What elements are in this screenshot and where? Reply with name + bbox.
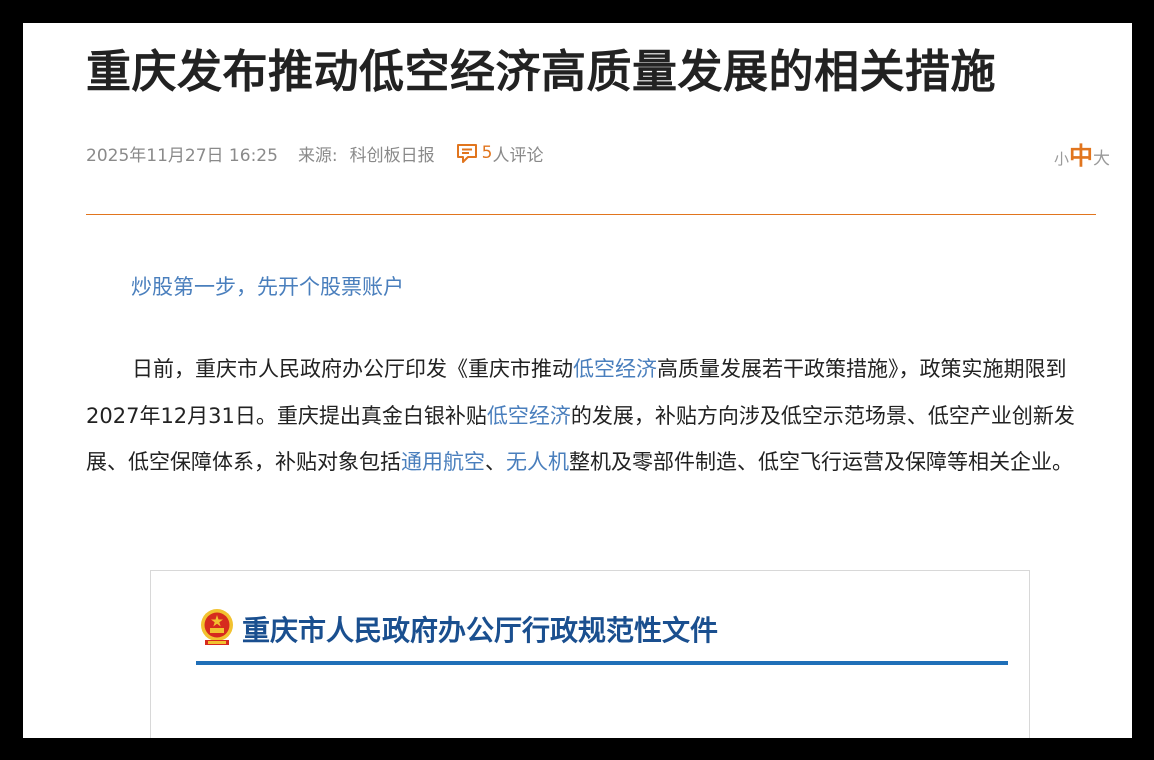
comment-icon — [456, 144, 477, 163]
article-meta: 2025年11月27日 16:25 来源: 科创板日报 5 人评论 — [86, 139, 544, 167]
comment-count: 5 — [481, 143, 493, 163]
font-size-large-button[interactable]: 大 — [1093, 144, 1110, 169]
paragraph-text: 整机及零部件制造、低空飞行运营及保障等相关企业。 — [569, 450, 1073, 474]
document-image: 重庆市人民政府办公厅行政规范性文件 — [150, 570, 1030, 738]
source-name: 科创板日报 — [349, 145, 435, 166]
national-emblem-icon — [201, 609, 233, 645]
document-heading: 重庆市人民政府办公厅行政规范性文件 — [242, 614, 719, 647]
font-size-medium-button[interactable]: 中 — [1069, 136, 1093, 171]
article-paragraph: 日前，重庆市人民政府办公厅印发《重庆市推动低空经济高质量发展若干政策措施》，政策… — [86, 346, 1098, 486]
font-size-small-button[interactable]: 小 — [1054, 148, 1069, 169]
paragraph-text: 、 — [485, 450, 506, 474]
font-size-switcher: 小 中 大 — [1054, 136, 1110, 171]
publish-date: 2025年11月27日 16:25 — [86, 145, 278, 166]
comments-link[interactable]: 5 人评论 — [455, 141, 544, 166]
promo-link[interactable]: 炒股第一步，先开个股票账户 — [131, 271, 404, 301]
keyword-link-low-altitude-economy[interactable]: 低空经济 — [573, 357, 657, 381]
document-rule — [196, 661, 1008, 665]
article-title: 重庆发布推动低空经济高质量发展的相关措施 — [86, 45, 997, 98]
keyword-link-low-altitude-economy[interactable]: 低空经济 — [487, 404, 571, 428]
header-divider — [86, 214, 1096, 215]
keyword-link-general-aviation[interactable]: 通用航空 — [401, 450, 485, 474]
paragraph-text: 日前，重庆市人民政府办公厅印发《重庆市推动 — [132, 357, 573, 381]
comment-label: 人评论 — [492, 145, 544, 166]
source-label: 来源: — [297, 145, 338, 166]
article-page: 重庆发布推动低空经济高质量发展的相关措施 2025年11月27日 16:25 来… — [23, 23, 1132, 738]
keyword-link-drone[interactable]: 无人机 — [506, 450, 569, 474]
